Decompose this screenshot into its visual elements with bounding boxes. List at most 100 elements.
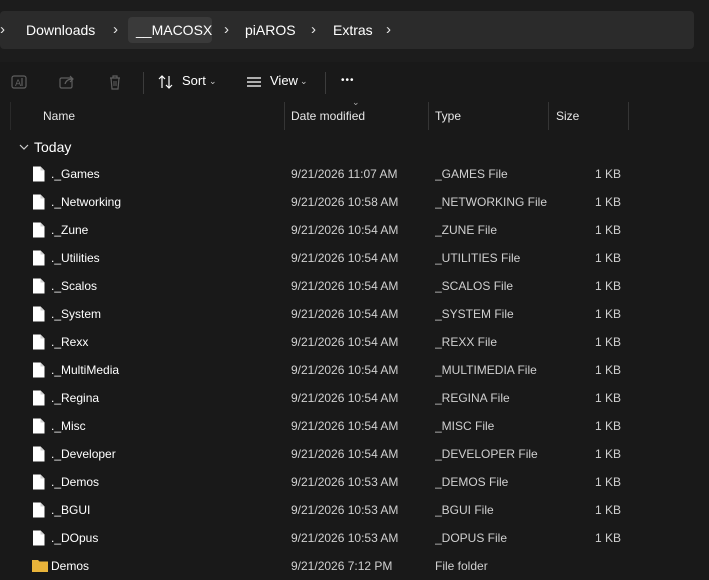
column-divider[interactable] [428, 102, 429, 130]
file-type: File folder [435, 559, 488, 573]
file-row[interactable]: ._Zune 9/21/2026 10:54 AM _ZUNE File 1 KB [0, 216, 709, 244]
file-date-modified: 9/21/2026 10:53 AM [291, 475, 399, 489]
file-row[interactable]: ._Misc 9/21/2026 10:54 AM _MISC File 1 KB [0, 412, 709, 440]
sort-descending-indicator-icon: ⌄ [352, 97, 360, 107]
view-button[interactable]: View [270, 62, 298, 102]
file-name: ._MultiMedia [51, 363, 120, 377]
breadcrumb[interactable]: › Downloads › __MACOSX › piAROS › Extras… [0, 11, 694, 49]
column-divider[interactable] [628, 102, 629, 130]
file-size: 1 KB [594, 195, 621, 209]
file-name: Demos [51, 559, 90, 573]
file-date-modified: 9/21/2026 10:53 AM [291, 503, 399, 517]
column-divider[interactable] [284, 102, 285, 130]
file-date-modified: 9/21/2026 10:54 AM [291, 223, 399, 237]
breadcrumb-chevron-icon[interactable]: › [113, 11, 118, 49]
breadcrumb-item-downloads[interactable]: Downloads [26, 11, 95, 49]
file-type: _NETWORKING File [435, 195, 547, 209]
file-icon [32, 446, 46, 462]
file-size: 1 KB [594, 391, 621, 405]
column-divider[interactable] [548, 102, 549, 130]
view-icon[interactable] [244, 62, 264, 102]
file-type: _GAMES File [435, 167, 508, 181]
view-chevron-down-icon[interactable]: ⌄ [300, 62, 308, 102]
file-name: ._Developer [51, 447, 116, 461]
file-type: _ZUNE File [435, 223, 498, 237]
file-row[interactable]: ._Games 9/21/2026 11:07 AM _GAMES File 1 KB [0, 160, 709, 188]
file-type: _REXX File [435, 335, 498, 349]
file-size [556, 552, 621, 580]
folder-row[interactable]: Demos 9/21/2026 7:12 PM File folder [0, 552, 709, 580]
file-row[interactable]: ._BGUI 9/21/2026 10:53 AM _BGUI File 1 KB [0, 496, 709, 524]
file-row[interactable]: ._Regina 9/21/2026 10:54 AM _REGINA File 1 … [0, 384, 709, 412]
toolbar-divider [325, 72, 326, 94]
breadcrumb-chevron-icon[interactable]: › [386, 11, 391, 49]
breadcrumb-overflow-chevron-icon[interactable]: › [0, 11, 5, 49]
file-icon [32, 362, 46, 378]
file-date-modified: 9/21/2026 10:58 AM [291, 195, 399, 209]
file-name: ._Demos [51, 475, 100, 489]
file-row[interactable]: ._Demos 9/21/2026 10:53 AM _DEMOS File 1 KB [0, 468, 709, 496]
file-row[interactable]: ._Rexx 9/21/2026 10:54 AM _REXX File 1 KB [0, 328, 709, 356]
group-label: Today [34, 139, 72, 155]
file-type: _DOPUS File [435, 531, 508, 545]
file-name: ._DOpus [51, 531, 99, 545]
sort-icon[interactable] [156, 62, 176, 102]
file-name: ._Games [51, 167, 100, 181]
sort-button[interactable]: Sort [182, 62, 206, 102]
breadcrumb-item-macosx[interactable]: __MACOSX [136, 11, 212, 49]
file-type: _MISC File [435, 419, 495, 433]
column-divider[interactable] [10, 102, 11, 130]
folder-icon [32, 558, 48, 574]
command-toolbar: A Sort ⌄ View ⌄ ••• [0, 62, 709, 102]
file-type: _SYSTEM File [435, 307, 514, 321]
file-row[interactable]: ._Utilities 9/21/2026 10:54 AM _UTILITIES … [0, 244, 709, 272]
file-date-modified: 9/21/2026 10:54 AM [291, 307, 399, 321]
file-size: 1 KB [594, 335, 621, 349]
delete-icon[interactable] [104, 62, 126, 102]
file-size: 1 KB [594, 167, 621, 181]
file-name: ._Misc [51, 419, 86, 433]
file-size: 1 KB [594, 363, 621, 377]
address-bar-row: › Downloads › __MACOSX › piAROS › Extras… [0, 0, 709, 62]
breadcrumb-chevron-icon[interactable]: › [311, 11, 316, 49]
more-options-button[interactable]: ••• [341, 62, 355, 102]
file-type: _DEMOS File [435, 475, 509, 489]
breadcrumb-chevron-icon[interactable]: › [224, 11, 229, 49]
file-icon [32, 194, 46, 210]
column-header-type[interactable]: Type [435, 102, 461, 130]
group-header-today[interactable]: Today [0, 133, 709, 161]
file-date-modified: 9/21/2026 10:54 AM [291, 447, 399, 461]
file-name: ._Regina [51, 391, 100, 405]
file-date-modified: 9/21/2026 10:53 AM [291, 531, 399, 545]
breadcrumb-item-piaros[interactable]: piAROS [245, 11, 296, 49]
file-icon [32, 306, 46, 322]
sort-chevron-down-icon[interactable]: ⌄ [209, 62, 217, 102]
file-row[interactable]: ._Scalos 9/21/2026 10:54 AM _SCALOS File 1 … [0, 272, 709, 300]
file-icon [32, 390, 46, 406]
file-date-modified: 9/21/2026 10:54 AM [291, 363, 399, 377]
share-icon[interactable] [56, 62, 78, 102]
file-row[interactable]: ._System 9/21/2026 10:54 AM _SYSTEM File 1 … [0, 300, 709, 328]
file-icon [32, 334, 46, 350]
file-size: 1 KB [594, 447, 621, 461]
file-name: ._Networking [51, 195, 122, 209]
file-row[interactable]: ._Networking 9/21/2026 10:58 AM _NETWORKIN… [0, 188, 709, 216]
file-name: ._Rexx [51, 335, 89, 349]
column-header-name[interactable]: Name [43, 102, 75, 130]
file-row[interactable]: ._MultiMedia 9/21/2026 10:54 AM _MULTIMEDI… [0, 356, 709, 384]
file-size: 1 KB [594, 475, 621, 489]
rename-icon[interactable]: A [8, 62, 30, 102]
file-date-modified: 9/21/2026 10:54 AM [291, 335, 399, 349]
file-date-modified: 9/21/2026 7:12 PM [291, 559, 393, 573]
breadcrumb-item-extras[interactable]: Extras [333, 11, 373, 49]
file-type: _SCALOS File [435, 279, 514, 293]
file-row[interactable]: ._Developer 9/21/2026 10:54 AM _DEVELOPER … [0, 440, 709, 468]
file-date-modified: 9/21/2026 10:54 AM [291, 419, 399, 433]
file-name: ._BGUI [51, 503, 91, 517]
svg-text:A: A [15, 79, 22, 89]
file-row[interactable]: ._DOpus 9/21/2026 10:53 AM _DOPUS File 1 KB [0, 524, 709, 552]
column-header-size[interactable]: Size [556, 102, 579, 130]
collapse-chevron-icon[interactable] [18, 133, 30, 161]
file-name: ._Utilities [51, 251, 100, 265]
file-type: _UTILITIES File [435, 251, 521, 265]
